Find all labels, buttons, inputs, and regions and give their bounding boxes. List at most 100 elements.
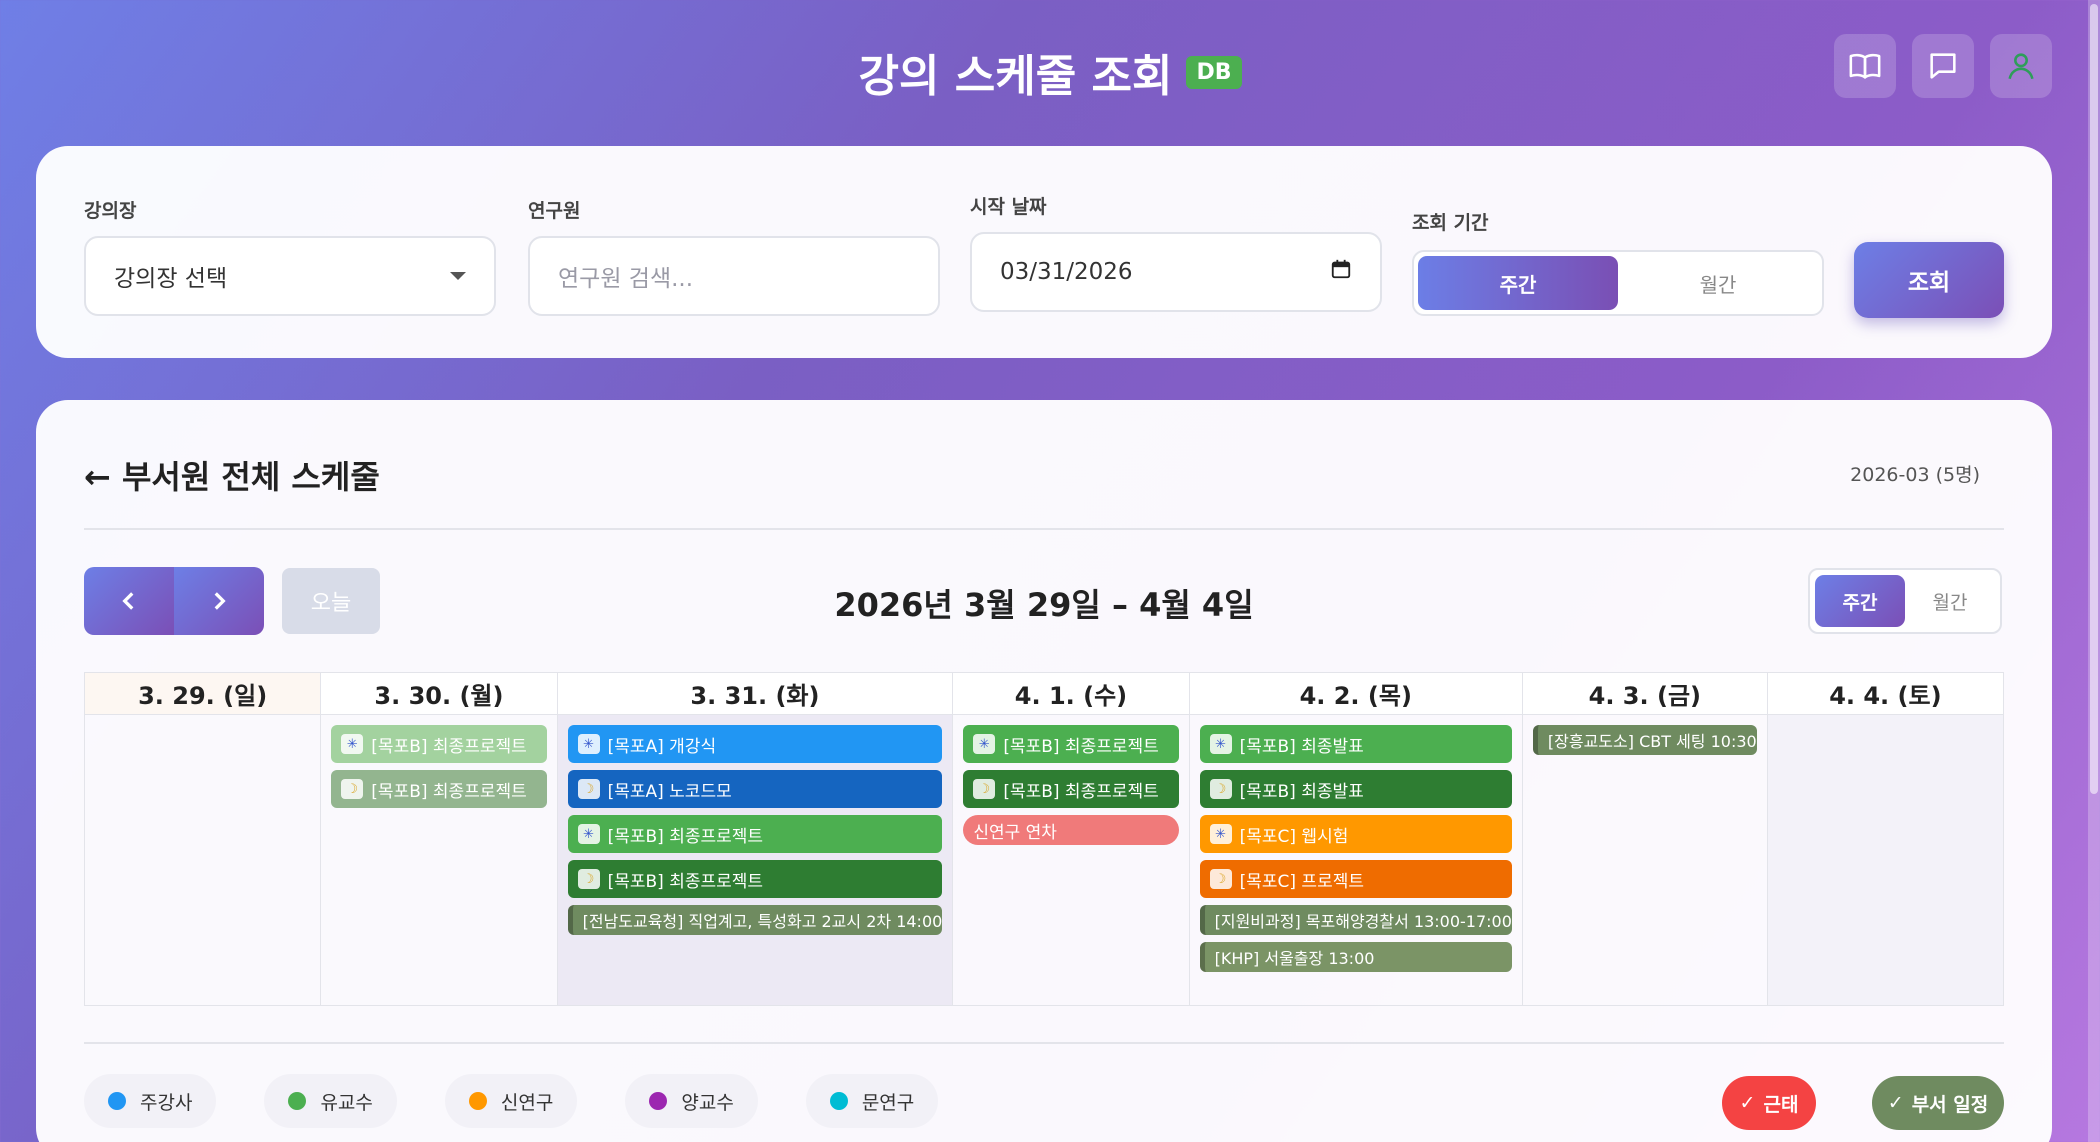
event-item[interactable]: [KHP] 서울출장 13:00 xyxy=(1199,942,1512,972)
event-item[interactable]: ✳ [목포A] 개강식 xyxy=(567,725,943,763)
period-label: 조회 기간 xyxy=(1412,212,1489,234)
event-item[interactable]: [전남도교육청] 직업계고, 특성화고 2교시 2차 14:00 xyxy=(567,905,943,935)
lecture-room-select[interactable]: 강의장 선택 xyxy=(84,236,496,316)
page-title: 강의 스케줄 조회 xyxy=(858,51,1173,102)
day-column[interactable]: 3. 29. (일) xyxy=(85,673,322,1005)
calendar-icon[interactable] xyxy=(1330,258,1352,286)
legend-label: 양교수 xyxy=(681,1091,734,1114)
legend-item[interactable]: 유교수 xyxy=(264,1074,397,1128)
event-text: [장흥교도소] CBT 세팅 10:30 xyxy=(1547,732,1757,751)
chat-icon[interactable] xyxy=(1912,34,1974,98)
schedule-title[interactable]: ← 부서원 전체 스케줄 xyxy=(84,452,380,498)
event-item[interactable]: ☽ [목포B] 최종프로젝트 xyxy=(331,770,547,808)
researcher-search-input[interactable]: 연구원 검색... xyxy=(528,236,940,316)
view-monthly-button[interactable]: 월간 xyxy=(1905,575,1995,627)
start-date-input[interactable]: 03/31/2026 xyxy=(970,232,1382,312)
legend-item[interactable]: 주강사 xyxy=(84,1074,217,1128)
event-list: ✳ [목포B] 최종프로젝트 ☽ [목포B] 최종프로젝트 xyxy=(321,715,556,808)
db-badge: DB xyxy=(1186,55,1242,89)
day-column[interactable]: 4. 2. (목) ✳ [목포B] 최종발표 ☽ [목포B] 최종발표 ✳ [목포C] 웹시… xyxy=(1189,673,1523,1005)
sun-icon: ✳ xyxy=(341,734,364,754)
event-text: [목포B] 최종프로젝트 xyxy=(607,871,764,892)
day-header: 3. 31. (화) xyxy=(557,673,953,715)
app-title: 강의 스케줄 조회 DB xyxy=(0,40,2100,104)
event-item[interactable]: ✳ [목포B] 최종프로젝트 xyxy=(331,725,547,763)
legend-label: 유교수 xyxy=(320,1091,373,1114)
moon-icon: ☽ xyxy=(1209,779,1232,799)
legend-item[interactable]: 양교수 xyxy=(625,1074,758,1128)
attendance-button[interactable]: ✓ 근태 xyxy=(1722,1076,1816,1130)
scrollbar-thumb[interactable] xyxy=(2090,4,2098,794)
event-item[interactable]: ✳ [목포B] 최종프로젝트 xyxy=(963,725,1179,763)
event-text: [목포B] 최종프로젝트 xyxy=(1003,736,1159,757)
event-text: [목포A] 노코드모 xyxy=(607,781,732,802)
event-item[interactable]: ☽ [목포B] 최종발표 xyxy=(1199,770,1512,808)
event-text: [목포B] 최종프로젝트 xyxy=(1003,781,1159,802)
legend-label: 문연구 xyxy=(861,1091,915,1114)
query-button[interactable]: 조회 xyxy=(1854,242,2004,318)
start-date-value: 03/31/2026 xyxy=(1000,259,1133,285)
check-icon: ✓ xyxy=(1887,1092,1904,1114)
book-icon[interactable] xyxy=(1834,34,1896,98)
day-column[interactable]: 3. 30. (월) ✳ [목포B] 최종프로젝트 ☽ [목포B] 최종프로젝트 xyxy=(321,673,558,1005)
day-header: 3. 30. (월) xyxy=(321,673,557,715)
lecture-room-value: 강의장 선택 xyxy=(114,266,228,292)
event-list: ✳ [목포B] 최종발표 ☽ [목포B] 최종발표 ✳ [목포C] 웹시험 ☽ [목포C] 프… xyxy=(1190,715,1522,972)
legend-dot-icon xyxy=(468,1092,487,1110)
moon-icon: ☽ xyxy=(577,869,600,889)
view-toggle: 주간 월간 xyxy=(1808,568,2002,634)
filter-panel: 강의장 강의장 선택 연구원 연구원 검색... 시작 날짜 03/31/202… xyxy=(36,146,2052,358)
period-monthly-button[interactable]: 월간 xyxy=(1618,256,1818,310)
view-weekly-button[interactable]: 주간 xyxy=(1815,575,1905,627)
lecture-room-label: 강의장 xyxy=(84,200,137,222)
day-column[interactable]: 4. 3. (금) [장흥교도소] CBT 세팅 10:30 xyxy=(1522,673,1768,1005)
period-weekly-button[interactable]: 주간 xyxy=(1418,256,1618,310)
week-calendar: 3. 29. (일) 3. 30. (월) ✳ [목포B] 최종프로젝트 ☽ [목포B] … xyxy=(84,672,2004,1006)
schedule-meta: 2026-03 (5명) xyxy=(1850,464,1980,486)
event-text: [목포B] 최종발표 xyxy=(1239,736,1364,757)
event-list: [장흥교도소] CBT 세팅 10:30 xyxy=(1523,715,1767,755)
event-list: ✳ [목포A] 개강식 ☽ [목포A] 노코드모 ✳ [목포B] 최종프로젝트 ☽ [목포B]… xyxy=(558,715,953,935)
event-text: [전남도교육청] 직업계고, 특성화고 2교시 2차 14:00 xyxy=(582,912,943,931)
event-text: [목포C] 웹시험 xyxy=(1239,826,1349,847)
event-text: [목포C] 프로젝트 xyxy=(1239,871,1364,892)
event-item[interactable]: [장흥교도소] CBT 세팅 10:30 xyxy=(1532,725,1757,755)
moon-icon: ☽ xyxy=(577,779,600,799)
event-item[interactable]: ☽ [목포B] 최종프로젝트 xyxy=(567,860,943,898)
legend-item[interactable]: 문연구 xyxy=(805,1074,939,1128)
day-header: 4. 1. (수) xyxy=(953,673,1189,715)
event-item[interactable]: ☽ [목포A] 노코드모 xyxy=(567,770,943,808)
event-text: [목포B] 최종프로젝트 xyxy=(371,736,527,757)
event-item[interactable]: ✳ [목포C] 웹시험 xyxy=(1199,815,1512,853)
event-text: [목포B] 최종프로젝트 xyxy=(371,781,527,802)
sun-icon: ✳ xyxy=(1209,824,1232,844)
dept-schedule-button[interactable]: ✓ 부서 일정 xyxy=(1872,1076,2004,1130)
legend-dot-icon xyxy=(829,1092,848,1110)
event-text: [목포A] 개강식 xyxy=(607,736,717,757)
event-item[interactable]: ☽ [목포B] 최종프로젝트 xyxy=(963,770,1179,808)
event-list: ✳ [목포B] 최종프로젝트 ☽ [목포B] 최종프로젝트신연구 연차 xyxy=(953,715,1188,845)
event-item[interactable]: ✳ [목포B] 최종발표 xyxy=(1199,725,1512,763)
top-icon-bar xyxy=(1834,34,2052,98)
event-text: [목포B] 최종프로젝트 xyxy=(607,826,764,847)
event-item[interactable]: ☽ [목포C] 프로젝트 xyxy=(1199,860,1512,898)
sun-icon: ✳ xyxy=(577,734,600,754)
chevron-down-icon xyxy=(450,272,466,280)
legend-item[interactable]: 신연구 xyxy=(444,1074,578,1128)
user-icon[interactable] xyxy=(1990,34,2052,98)
day-column[interactable]: 4. 4. (토) xyxy=(1767,673,2004,1005)
day-column[interactable]: 3. 31. (화) ✳ [목포A] 개강식 ☽ [목포A] 노코드모 ✳ [목포B] 최종… xyxy=(557,673,954,1005)
event-list xyxy=(85,715,320,725)
moon-icon: ☽ xyxy=(341,779,364,799)
legend-dot-icon xyxy=(108,1092,126,1110)
page-scrollbar[interactable] xyxy=(2088,0,2100,1142)
day-column[interactable]: 4. 1. (수) ✳ [목포B] 최종프로젝트 ☽ [목포B] 최종프로젝트신연구 연… xyxy=(953,673,1190,1005)
event-item[interactable]: 신연구 연차 xyxy=(963,815,1179,845)
period-toggle: 주간 월간 xyxy=(1412,250,1824,316)
start-date-label: 시작 날짜 xyxy=(970,196,1047,218)
sun-icon: ✳ xyxy=(1209,734,1232,754)
event-item[interactable]: [지원비과정] 목포해양경찰서 13:00-17:00 xyxy=(1199,905,1512,935)
moon-icon: ☽ xyxy=(973,779,996,799)
event-item[interactable]: ✳ [목포B] 최종프로젝트 xyxy=(567,815,943,853)
event-text: [KHP] 서울출장 13:00 xyxy=(1214,949,1375,968)
